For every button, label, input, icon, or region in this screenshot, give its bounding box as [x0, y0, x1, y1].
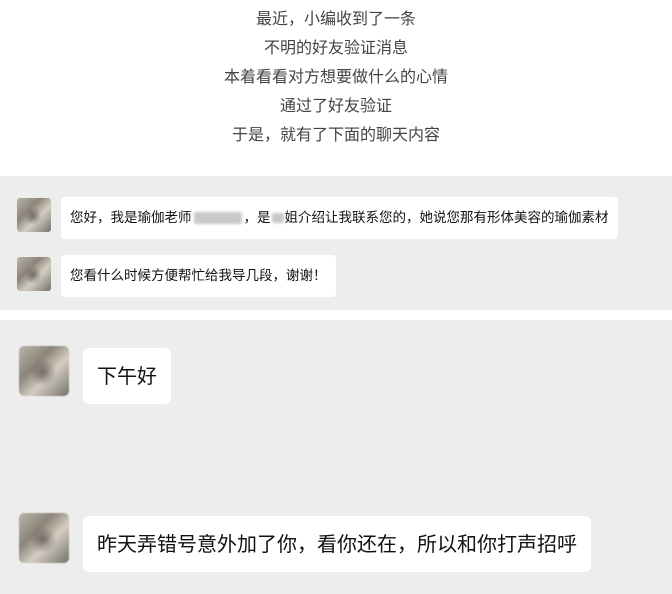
- intro-line-3: 本着看看对方想要做什么的心情: [223, 67, 448, 86]
- chat-message-bubble[interactable]: 昨天弄错号意外加了你，看你还在，所以和你打声招呼: [83, 516, 591, 572]
- message-text: 您好，我是瑜伽老师: [70, 210, 192, 226]
- verification-message-bubble[interactable]: 您好，我是瑜伽老师 ，是 姐介绍让我联系您的，她说您那有形体美容的瑜伽素材: [61, 197, 618, 239]
- chat-message-bubble[interactable]: 下午好: [83, 348, 171, 404]
- message-text: ，是: [243, 210, 271, 226]
- intro-caption: 最近，小编收到了一条 不明的好友验证消息 本着看看对方想要做什么的心情 通过了好…: [0, 0, 672, 172]
- sender-avatar[interactable]: [17, 257, 51, 291]
- intro-line-5: 于是，就有了下面的聊天内容: [231, 125, 440, 144]
- intro-line-2: 不明的好友验证消息: [263, 38, 408, 57]
- redacted-name: [193, 212, 242, 224]
- intro-line-1: 最近，小编收到了一条: [255, 9, 416, 28]
- chat-panel: 下午好 昨天弄错号意外加了你，看你还在，所以和你打声招呼: [0, 320, 672, 594]
- verification-message-bubble[interactable]: 您看什么时候方便帮忙给我导几段，谢谢！: [61, 255, 336, 297]
- redacted-name: [271, 213, 284, 223]
- verification-message-panel: 您好，我是瑜伽老师 ，是 姐介绍让我联系您的，她说您那有形体美容的瑜伽素材 您看什么…: [0, 176, 672, 310]
- message-text: 姐介绍让我联系您的，她说您那有形体美容的瑜伽素材: [284, 210, 609, 226]
- intro-line-4: 通过了好友验证: [279, 96, 392, 115]
- message-text: 您看什么时候方便帮忙给我导几段，谢谢！: [70, 268, 327, 284]
- sender-avatar[interactable]: [17, 198, 51, 232]
- sender-avatar[interactable]: [19, 346, 69, 396]
- sender-avatar[interactable]: [19, 513, 69, 563]
- message-text: 昨天弄错号意外加了你，看你还在，所以和你打声招呼: [97, 532, 577, 556]
- message-text: 下午好: [97, 364, 157, 388]
